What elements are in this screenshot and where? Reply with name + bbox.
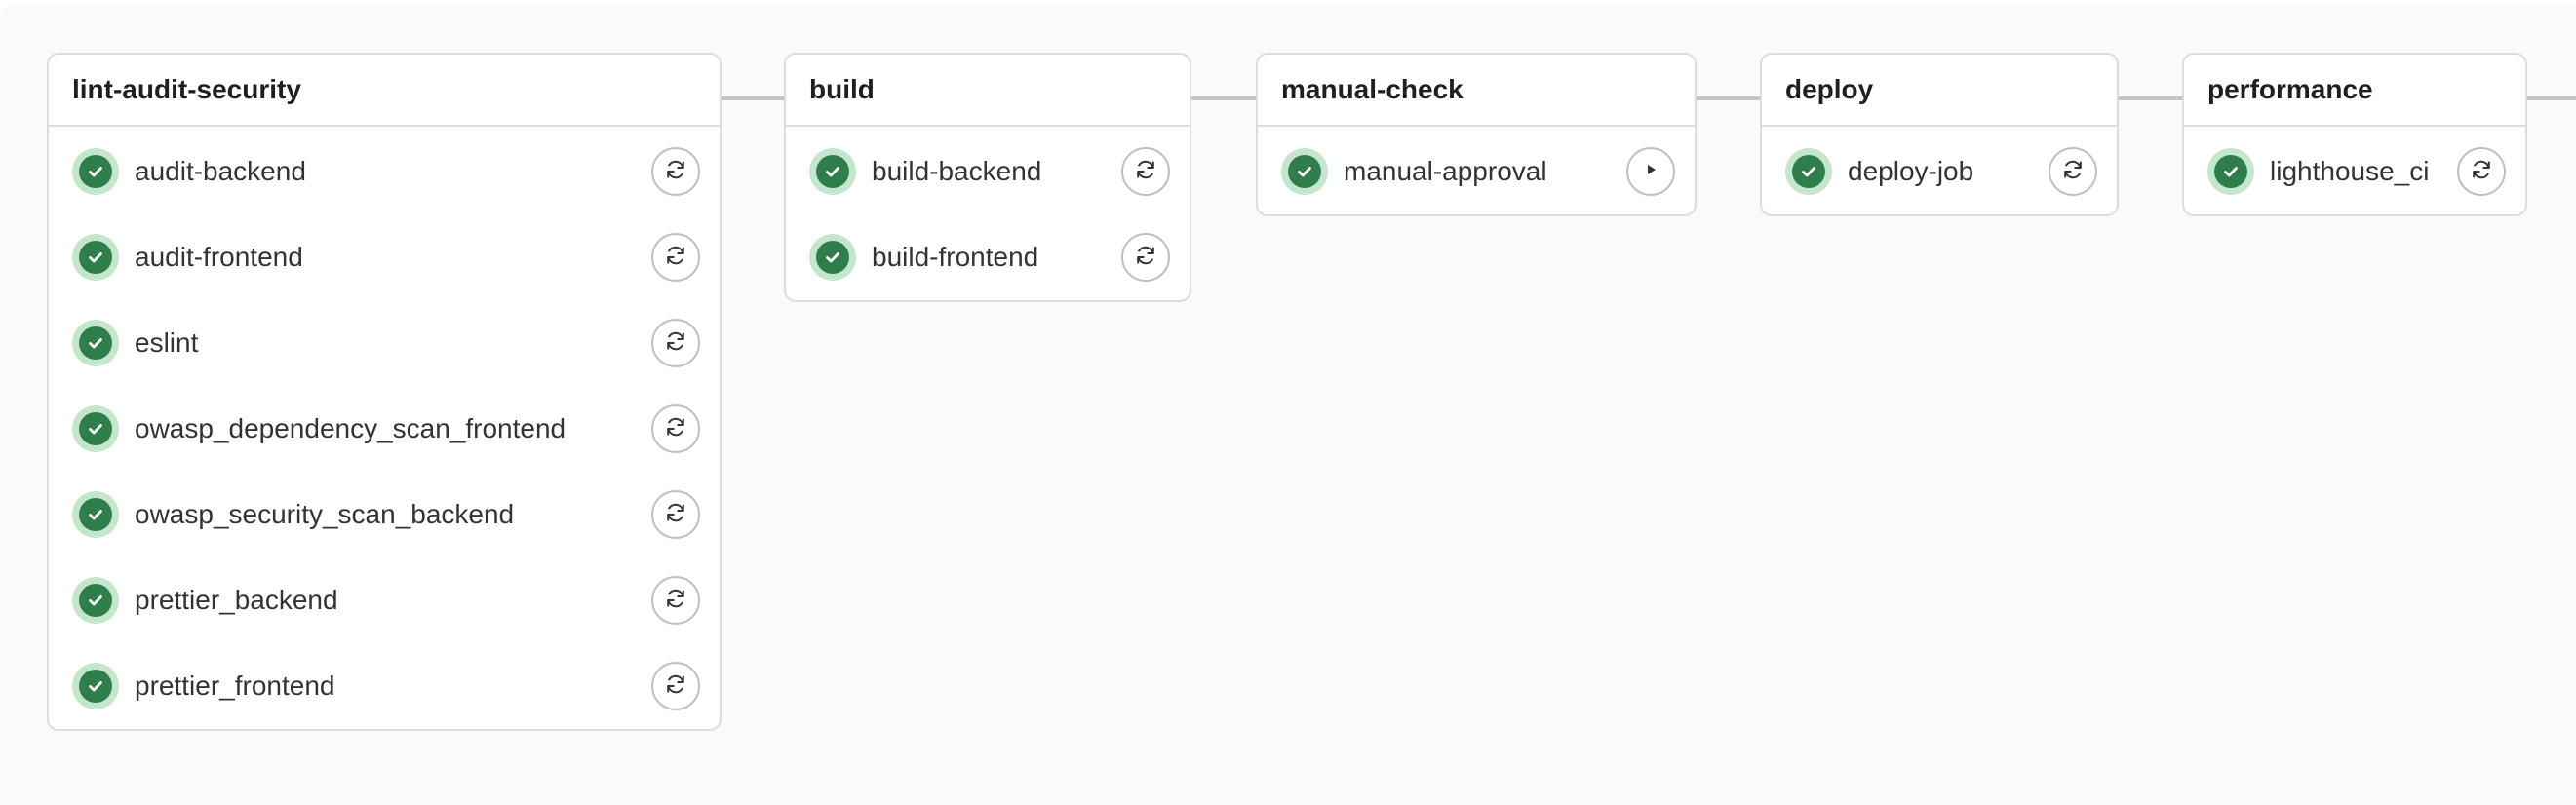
retry-button[interactable] xyxy=(651,576,700,625)
stage-connector xyxy=(722,96,786,100)
job-name[interactable]: manual-approval xyxy=(1344,156,1626,187)
job-name[interactable]: owasp_dependency_scan_frontend xyxy=(135,413,651,444)
job-item[interactable]: owasp_dependency_scan_frontend xyxy=(49,386,720,472)
retry-button[interactable] xyxy=(651,233,700,282)
retry-icon xyxy=(663,500,688,530)
stage-deploy: deploy deploy-job xyxy=(1760,53,2119,216)
stage-title: performance xyxy=(2184,55,2525,127)
job-item[interactable]: owasp_security_scan_backend xyxy=(49,472,720,557)
stage-title: deploy xyxy=(1762,55,2117,127)
status-success-icon xyxy=(809,148,856,195)
stage-connector xyxy=(2119,96,2183,100)
status-success-icon xyxy=(72,663,119,709)
retry-icon xyxy=(2469,157,2494,187)
stage-connector xyxy=(1191,96,1256,100)
retry-icon xyxy=(663,586,688,616)
stage-title: lint-audit-security xyxy=(49,55,720,127)
job-name[interactable]: eslint xyxy=(135,327,651,359)
status-success-icon xyxy=(2207,148,2254,195)
status-success-icon xyxy=(809,234,856,281)
job-name[interactable]: prettier_frontend xyxy=(135,671,651,702)
play-button[interactable] xyxy=(1626,147,1675,196)
retry-button[interactable] xyxy=(651,404,700,453)
job-name[interactable]: build-backend xyxy=(872,156,1121,187)
retry-icon xyxy=(663,414,688,444)
status-success-icon xyxy=(72,491,119,538)
retry-icon xyxy=(1133,157,1158,187)
retry-icon xyxy=(663,671,688,702)
stage-manual-check: manual-check manual-approval xyxy=(1256,53,1697,216)
job-name[interactable]: deploy-job xyxy=(1848,156,2049,187)
status-success-icon xyxy=(72,234,119,281)
status-success-icon xyxy=(72,320,119,366)
status-success-icon xyxy=(72,577,119,624)
status-success-icon xyxy=(72,148,119,195)
stage-build: build build-backend build-frontend xyxy=(784,53,1191,302)
stage-lint-audit-security: lint-audit-security audit-backend audit-… xyxy=(47,53,722,731)
job-item[interactable]: build-frontend xyxy=(786,214,1190,300)
status-success-icon xyxy=(72,405,119,452)
job-item[interactable]: audit-frontend xyxy=(49,214,720,300)
retry-icon xyxy=(663,243,688,273)
retry-button[interactable] xyxy=(651,490,700,539)
retry-button[interactable] xyxy=(651,319,700,367)
job-name[interactable]: build-frontend xyxy=(872,242,1121,273)
job-item[interactable]: deploy-job xyxy=(1762,129,2117,214)
job-item[interactable]: build-backend xyxy=(786,129,1190,214)
retry-button[interactable] xyxy=(651,147,700,196)
job-name[interactable]: lighthouse_ci xyxy=(2270,156,2457,187)
retry-icon xyxy=(2060,157,2086,187)
retry-button[interactable] xyxy=(1121,233,1170,282)
stage-performance: performance lighthouse_ci xyxy=(2182,53,2527,216)
job-name[interactable]: audit-frontend xyxy=(135,242,651,273)
retry-icon xyxy=(663,157,688,187)
retry-button[interactable] xyxy=(2457,147,2506,196)
status-success-icon xyxy=(1785,148,1832,195)
play-icon xyxy=(1640,159,1661,185)
job-name[interactable]: owasp_security_scan_backend xyxy=(135,499,651,530)
job-item[interactable]: manual-approval xyxy=(1258,129,1695,214)
stage-title: manual-check xyxy=(1258,55,1695,127)
job-name[interactable]: audit-backend xyxy=(135,156,651,187)
retry-button[interactable] xyxy=(651,662,700,710)
job-item[interactable]: audit-backend xyxy=(49,129,720,214)
retry-icon xyxy=(1133,243,1158,273)
status-success-icon xyxy=(1281,148,1328,195)
job-item[interactable]: prettier_frontend xyxy=(49,643,720,729)
retry-icon xyxy=(663,328,688,359)
stage-connector xyxy=(1696,96,1760,100)
job-item[interactable]: eslint xyxy=(49,300,720,386)
stage-connector xyxy=(2527,96,2576,100)
job-item[interactable]: prettier_backend xyxy=(49,557,720,643)
job-item[interactable]: lighthouse_ci xyxy=(2184,129,2525,214)
stage-title: build xyxy=(786,55,1190,127)
job-name[interactable]: prettier_backend xyxy=(135,585,651,616)
retry-button[interactable] xyxy=(1121,147,1170,196)
pipeline-graph: lint-audit-security audit-backend audit-… xyxy=(0,6,2576,805)
retry-button[interactable] xyxy=(2049,147,2097,196)
